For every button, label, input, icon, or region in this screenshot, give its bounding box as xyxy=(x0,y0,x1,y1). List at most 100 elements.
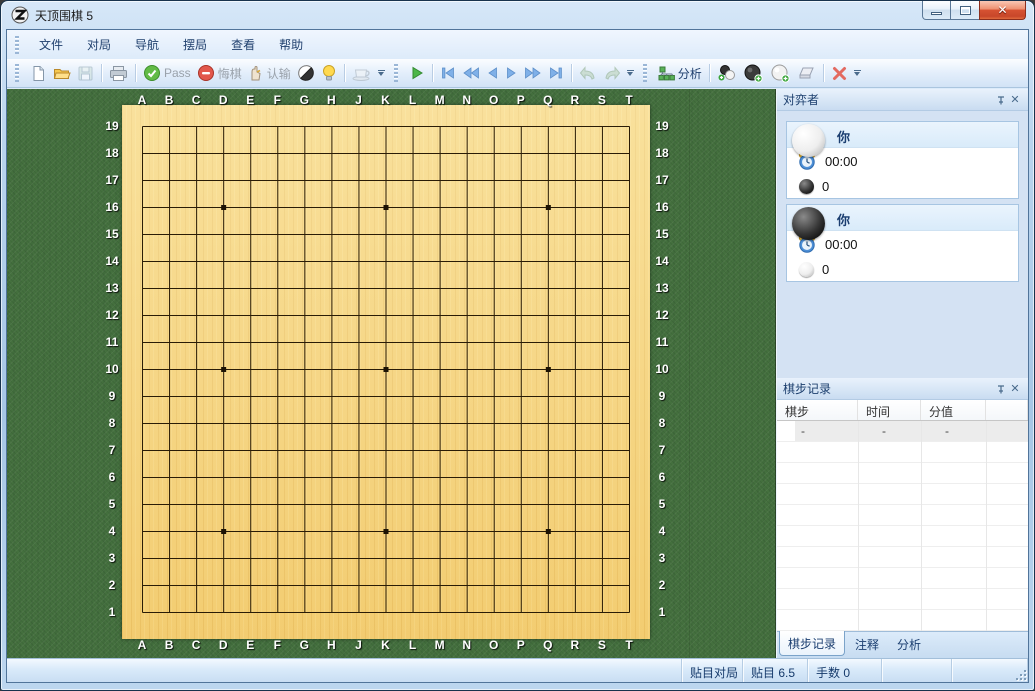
moves-row-empty[interactable] xyxy=(777,463,1028,484)
board-col-label: H xyxy=(327,93,336,107)
erase-stone-button[interactable] xyxy=(794,63,819,84)
close-icon: ✕ xyxy=(997,4,1007,16)
moves-row-empty[interactable] xyxy=(777,484,1028,505)
maximize-button[interactable] xyxy=(951,1,979,20)
player-time: 00:00 xyxy=(825,237,858,252)
board-col-label: J xyxy=(355,93,362,107)
moves-table-header: 棋步时间分值 xyxy=(777,400,1028,421)
toolbar-separator xyxy=(823,64,824,82)
board-row-label: 4 xyxy=(109,524,116,538)
board-row-label: 2 xyxy=(109,578,116,592)
open-button[interactable] xyxy=(50,63,74,84)
undo-move-button[interactable]: 悔棋 xyxy=(194,62,245,84)
moves-row-empty[interactable] xyxy=(777,547,1028,568)
alternate-stones-button[interactable] xyxy=(714,62,740,84)
delete-button[interactable] xyxy=(828,63,851,84)
board-row-label: 17 xyxy=(105,173,118,187)
board-col-label: T xyxy=(625,638,632,652)
resign-label: 认输 xyxy=(267,65,291,82)
title-bar[interactable]: 天顶围棋 5 ✕ xyxy=(1,1,1034,29)
forward-button[interactable] xyxy=(502,64,521,82)
minimize-icon xyxy=(931,12,942,15)
board-col-label: B xyxy=(165,638,174,652)
fast-forward-icon xyxy=(524,66,542,80)
minimize-button[interactable] xyxy=(922,1,951,20)
cup-icon xyxy=(352,65,372,81)
toolbar-overflow-button[interactable] xyxy=(377,64,386,82)
board-col-label: L xyxy=(409,93,416,107)
add-white-stone-button[interactable] xyxy=(767,62,794,85)
menu-item[interactable]: 导航 xyxy=(123,31,171,58)
prev-variation-button[interactable] xyxy=(576,64,600,83)
back-button[interactable] xyxy=(483,64,502,82)
board-col-label: O xyxy=(489,638,498,652)
save-button[interactable] xyxy=(74,63,97,84)
go-first-button[interactable] xyxy=(437,64,459,82)
moves-row-empty[interactable] xyxy=(777,568,1028,589)
toolbar1-grip[interactable] xyxy=(15,64,19,82)
board-col-label: T xyxy=(625,93,632,107)
moves-col-header[interactable]: 分值 xyxy=(921,400,986,420)
board-area[interactable]: AABBCCDDEEFFGGHHJJKKLLMMNNOOPPQQRRSSTT19… xyxy=(7,89,776,658)
tab-inactive[interactable]: 分析 xyxy=(889,632,929,656)
board-col-label: M xyxy=(435,638,445,652)
menu-items: 文件对局导航摆局查看帮助 xyxy=(27,31,315,58)
board-grid[interactable] xyxy=(141,125,631,614)
half-stone-icon xyxy=(297,64,315,82)
moves-row-empty[interactable] xyxy=(777,505,1028,526)
fast-forward-button[interactable] xyxy=(521,64,545,82)
play-icon xyxy=(409,65,425,81)
menu-item[interactable]: 摆局 xyxy=(171,31,219,58)
analyze-button[interactable]: 分析 xyxy=(655,63,705,84)
toolbar3-grip[interactable] xyxy=(643,64,647,82)
toolbar2-grip[interactable] xyxy=(394,64,398,82)
play-button[interactable] xyxy=(406,63,428,83)
close-panel-icon[interactable]: ✕ xyxy=(1008,382,1022,396)
tab-active[interactable]: 棋步记录 xyxy=(779,631,845,656)
pin-icon[interactable] xyxy=(994,382,1008,396)
analyze-label: 分析 xyxy=(678,65,702,82)
moves-row-empty[interactable] xyxy=(777,589,1028,610)
new-game-button[interactable] xyxy=(27,63,50,84)
break-button[interactable] xyxy=(349,63,375,83)
moves-col-header[interactable]: 棋步 xyxy=(777,400,858,420)
back-icon xyxy=(486,66,499,80)
client-area: 文件对局导航摆局查看帮助 xyxy=(6,29,1029,683)
hint-button[interactable] xyxy=(318,62,340,84)
print-button[interactable] xyxy=(106,63,131,84)
pin-icon[interactable] xyxy=(994,93,1008,107)
moves-col-header[interactable] xyxy=(986,400,1028,420)
menu-item[interactable]: 查看 xyxy=(219,31,267,58)
moves-row-empty[interactable] xyxy=(777,442,1028,463)
toolbar-overflow-button[interactable] xyxy=(626,64,635,82)
toolbar-overflow-button[interactable] xyxy=(853,64,862,82)
close-panel-icon[interactable]: ✕ xyxy=(1008,93,1022,107)
go-board[interactable] xyxy=(122,105,650,639)
rewind-button[interactable] xyxy=(459,64,483,82)
board-col-label: Q xyxy=(543,638,552,652)
toolbar-separator xyxy=(709,64,710,82)
go-last-button[interactable] xyxy=(545,64,567,82)
moves-table[interactable]: 棋步时间分值 --- xyxy=(777,400,1028,631)
close-button[interactable]: ✕ xyxy=(979,1,1026,20)
star-point xyxy=(384,529,389,534)
resign-button[interactable]: 认输 xyxy=(245,63,294,84)
moves-row-empty[interactable] xyxy=(777,526,1028,547)
next-variation-button[interactable] xyxy=(600,64,624,83)
board-row-label: 6 xyxy=(659,470,666,484)
menubar-grip[interactable] xyxy=(15,36,19,54)
status-cell xyxy=(882,659,952,682)
menu-item[interactable]: 帮助 xyxy=(267,31,315,58)
menu-item[interactable]: 对局 xyxy=(75,31,123,58)
moves-row-selected[interactable]: --- xyxy=(777,421,1028,442)
moves-panel-header: 棋步记录 ✕ xyxy=(777,378,1028,400)
add-black-stone-button[interactable] xyxy=(740,62,767,85)
score-estimate-button[interactable] xyxy=(294,62,318,84)
moves-row-empty[interactable] xyxy=(777,610,1028,631)
menu-item[interactable]: 文件 xyxy=(27,31,75,58)
tab-inactive[interactable]: 注释 xyxy=(847,632,887,656)
resize-grip[interactable] xyxy=(1014,668,1026,680)
pass-button[interactable]: Pass xyxy=(140,62,194,84)
new-file-icon xyxy=(30,65,47,82)
moves-col-header[interactable]: 时间 xyxy=(858,400,921,420)
